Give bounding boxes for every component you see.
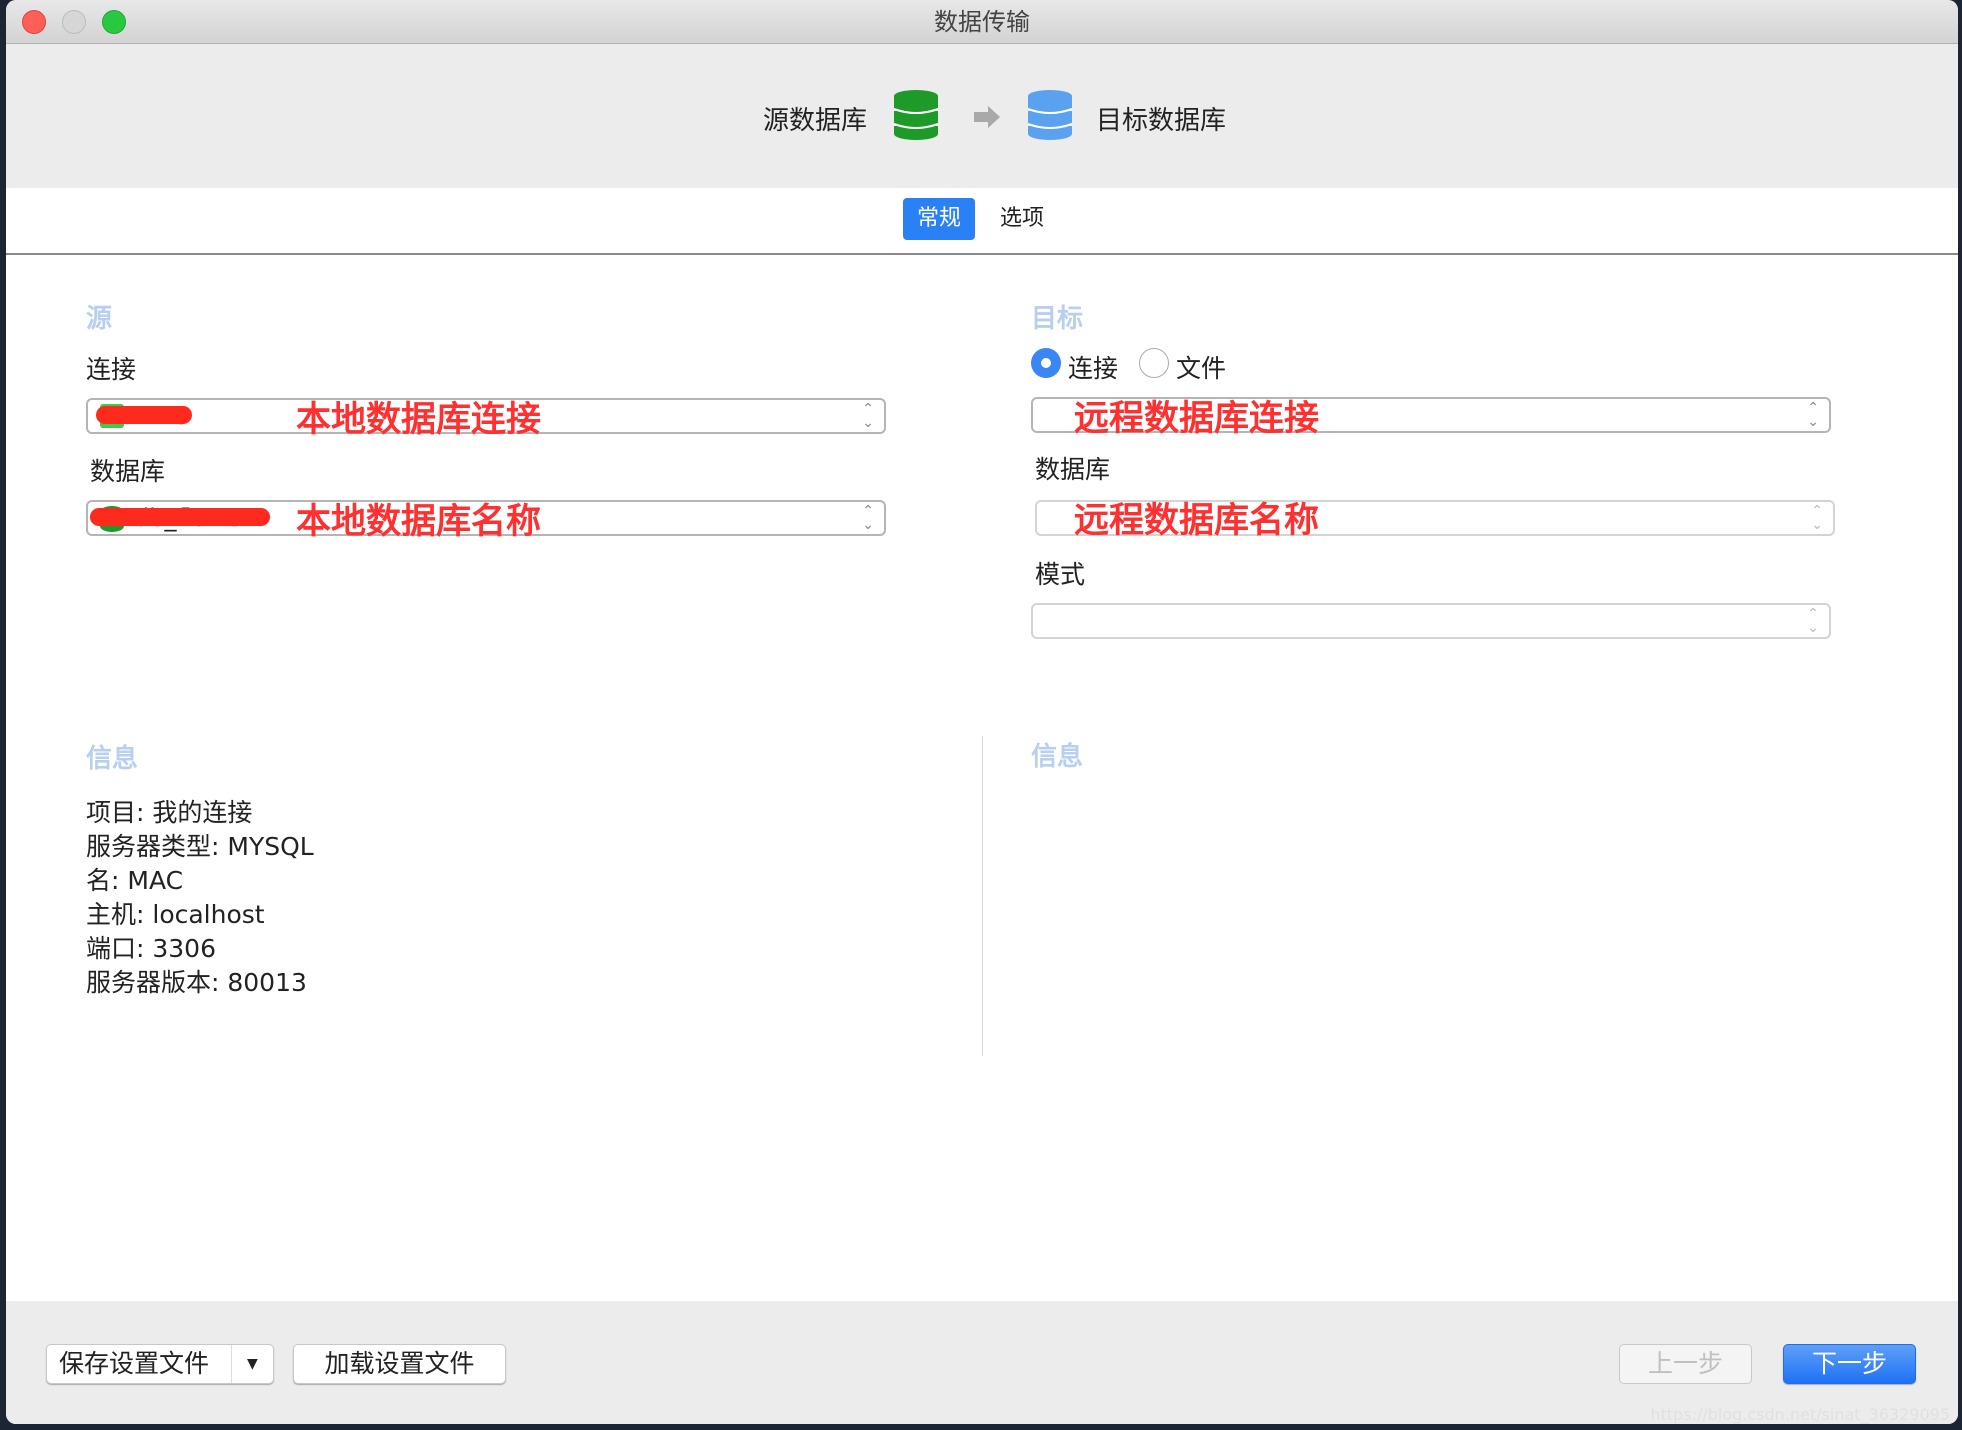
target-db-label: 目标数据库 (1096, 106, 1227, 136)
next-button[interactable]: 下一步 (1783, 1344, 1916, 1384)
info-server-type: 服务器类型: MYSQL (86, 832, 314, 861)
radio-connection-label[interactable]: 连接 (1068, 349, 1118, 385)
window-title: 数据传输 (934, 8, 1030, 36)
target-section-title: 目标 (1031, 304, 1084, 334)
chevron-updown-icon: ⌃ ⌄ (1807, 606, 1819, 636)
source-database-label: 数据库 (90, 457, 166, 486)
dropdown-arrow-icon[interactable]: ▼ (247, 1345, 258, 1383)
arrow-right-icon (974, 106, 1000, 128)
annotation-local-connection: 本地数据库连接 (296, 400, 542, 440)
source-section-title: 源 (86, 304, 113, 334)
info-project: 项目: 我的连接 (86, 798, 253, 827)
info-divider (982, 736, 983, 1056)
zoom-button[interactable] (102, 10, 126, 34)
target-database-label: 数据库 (1035, 455, 1111, 484)
data-transfer-window: 数据传输 源数据库 目标数据库 常规 选项 源 连接 MAC ⌃⌄ 本地数据库连… (6, 0, 1958, 1424)
source-info-list: 项目: 我的连接 服务器类型: MYSQL 名: MAC 主机: localho… (86, 796, 314, 1000)
load-settings-button[interactable]: 加载设置文件 (293, 1344, 506, 1384)
redaction-mark (90, 508, 270, 526)
transfer-header: 源数据库 目标数据库 (6, 44, 1958, 188)
chevron-updown-icon: ⌃ ⌄ (862, 503, 874, 533)
source-connection-label: 连接 (86, 355, 137, 384)
target-database-icon (1028, 90, 1072, 140)
tab-options[interactable]: 选项 (986, 198, 1058, 240)
minimize-button[interactable] (62, 10, 86, 34)
chevron-updown-icon: ⌃ ⌄ (862, 401, 874, 431)
info-name: 名: MAC (86, 866, 184, 895)
schema-select[interactable]: ⌃ ⌄ (1031, 603, 1831, 639)
schema-label: 模式 (1035, 560, 1086, 589)
chevron-updown-icon: ⌃ ⌄ (1811, 503, 1823, 533)
save-settings-button[interactable]: 保存设置文件 ▼ (46, 1344, 274, 1384)
radio-file-label[interactable]: 文件 (1176, 349, 1226, 385)
title-bar: 数据传输 (6, 0, 1958, 44)
radio-connection[interactable] (1031, 348, 1061, 378)
annotation-remote-database: 远程数据库名称 (1074, 501, 1320, 541)
target-info-title: 信息 (1031, 742, 1084, 772)
annotation-local-database: 本地数据库名称 (296, 502, 542, 542)
info-port: 端口: 3306 (86, 934, 216, 963)
previous-button[interactable]: 上一步 (1619, 1344, 1752, 1384)
info-host: 主机: localhost (86, 900, 265, 929)
source-info-title: 信息 (86, 744, 139, 774)
tab-general[interactable]: 常规 (903, 198, 976, 240)
redaction-mark (96, 406, 192, 424)
watermark: https://blog.csdn.net/sinat_36329095 (1650, 1405, 1950, 1424)
source-db-label: 源数据库 (763, 106, 868, 136)
source-database-icon (894, 90, 938, 140)
footer-bar: 保存设置文件 ▼ 加载设置文件 上一步 下一步 https://blog.csd… (6, 1301, 1958, 1424)
info-server-version: 服务器版本: 80013 (86, 968, 307, 997)
radio-file[interactable] (1139, 348, 1169, 378)
chevron-updown-icon: ⌃ ⌄ (1807, 400, 1819, 430)
close-button[interactable] (22, 10, 46, 34)
tab-bar: 常规 选项 (6, 188, 1958, 255)
annotation-remote-connection: 远程数据库连接 (1074, 399, 1320, 439)
